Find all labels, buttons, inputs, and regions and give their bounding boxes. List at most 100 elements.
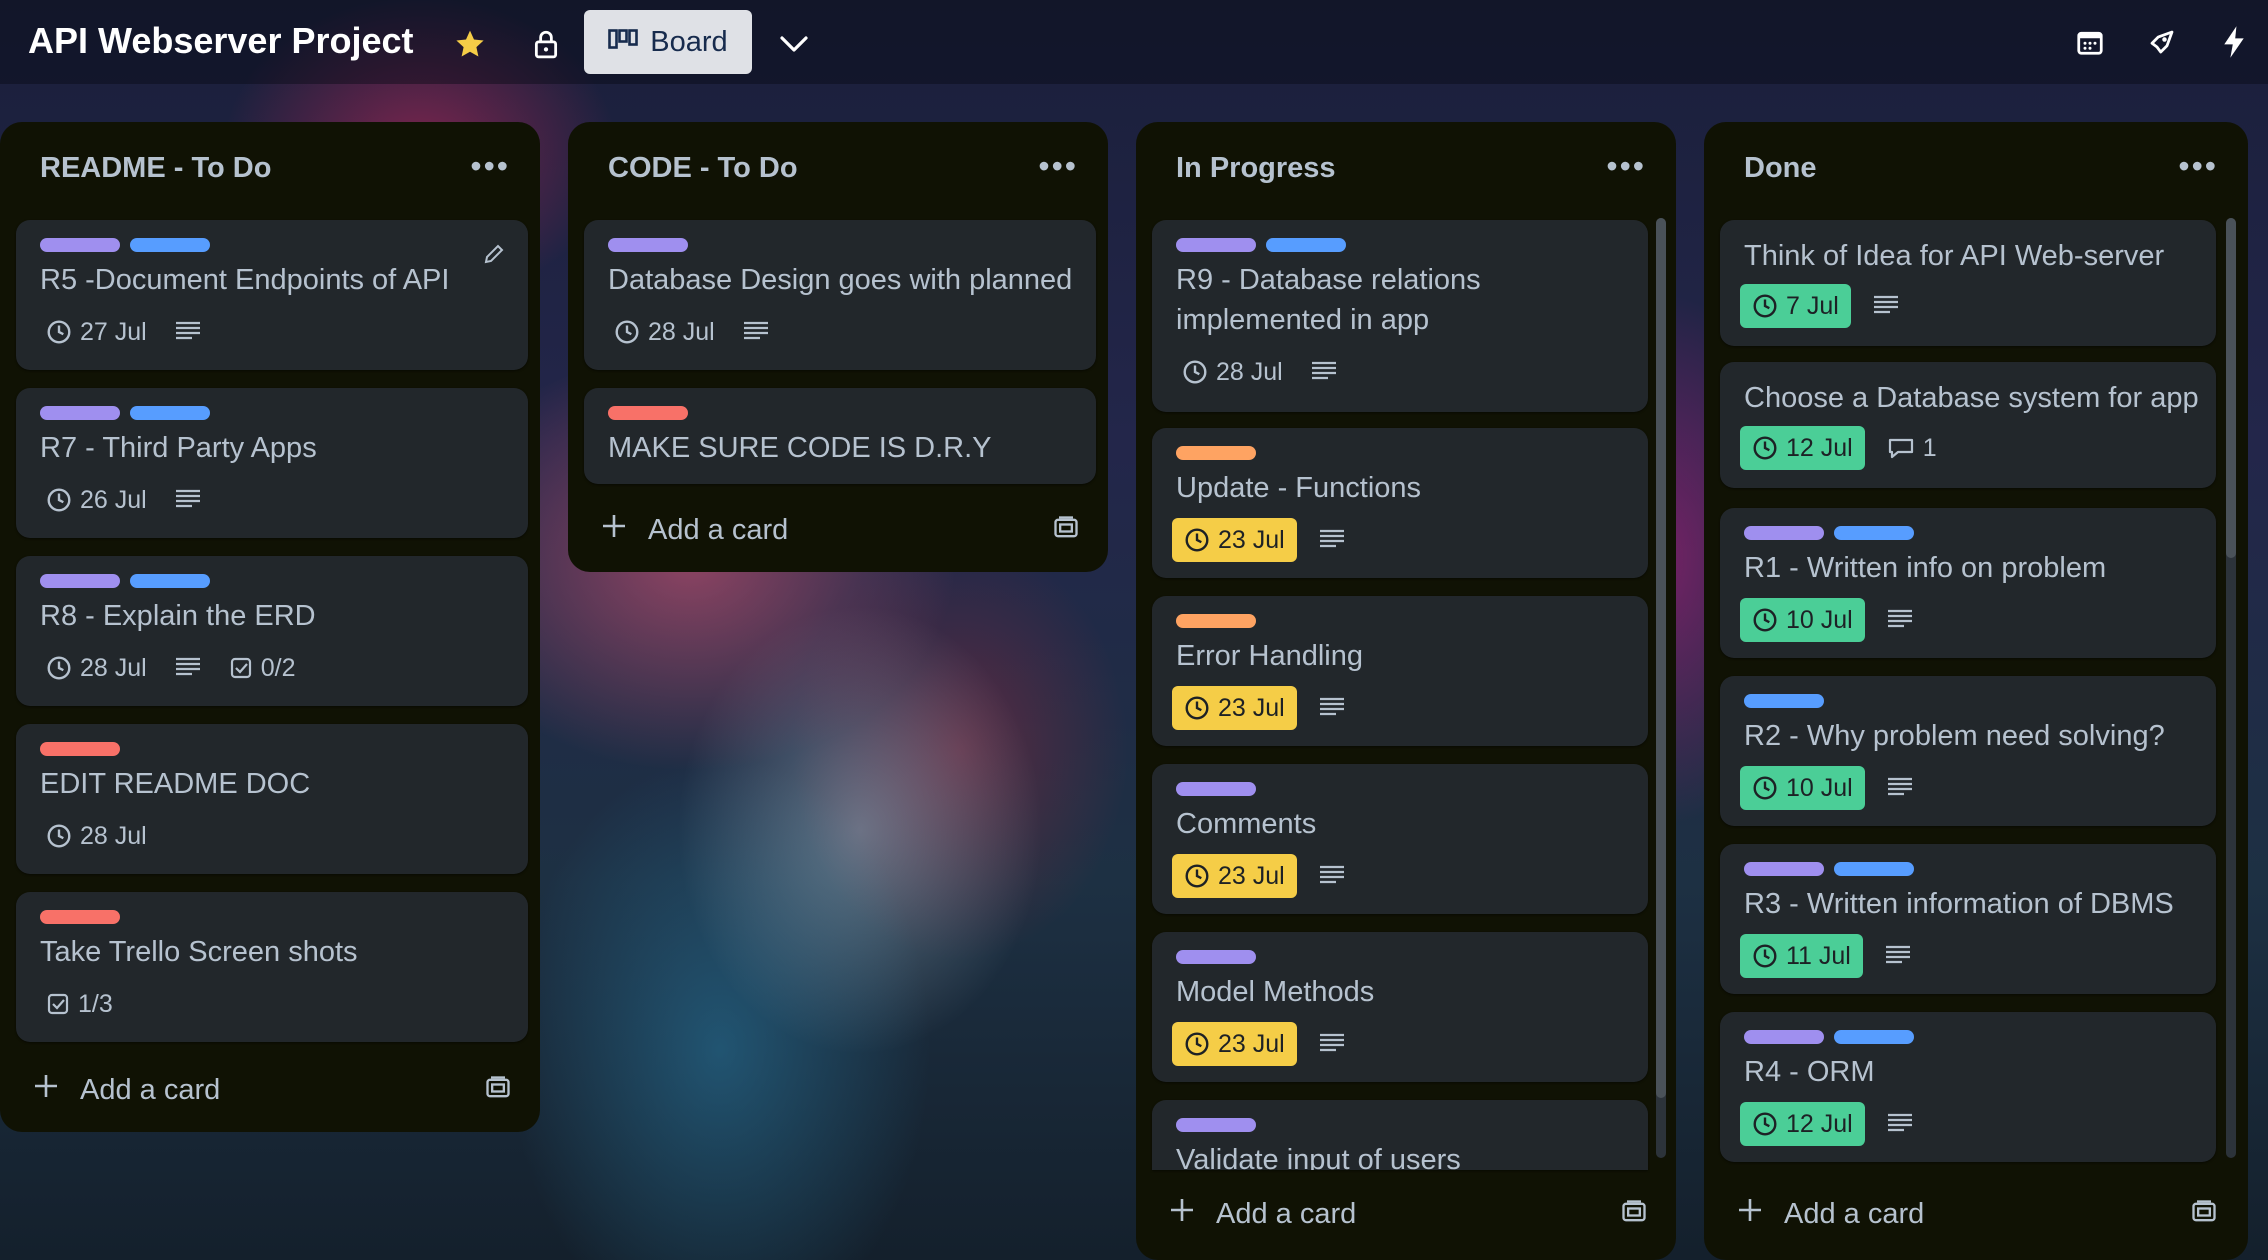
due-date-text: 27 Jul xyxy=(80,317,147,346)
list-header: README - To Do ••• xyxy=(0,122,540,218)
label-red xyxy=(608,406,688,420)
list-header: Done ••• xyxy=(1704,122,2248,218)
due-date-text: 23 Jul xyxy=(1218,1029,1285,1058)
calendar-icon[interactable] xyxy=(2072,24,2108,60)
card-r5[interactable]: R5 -Document Endpoints of API 27 Jul xyxy=(16,220,528,370)
due-date-badge[interactable]: 12 Jul xyxy=(1740,426,1865,470)
card-labels xyxy=(1176,782,1256,796)
add-card-button[interactable]: Add a card xyxy=(600,512,788,548)
due-date-badge[interactable]: 28 Jul xyxy=(40,814,153,858)
due-date-badge[interactable]: 10 Jul xyxy=(1740,598,1865,642)
card-title-line-2: implemented in app xyxy=(1176,304,1430,336)
list-menu-icon[interactable]: ••• xyxy=(470,148,510,185)
lightning-icon[interactable] xyxy=(2216,22,2252,62)
card-template-icon[interactable] xyxy=(2190,1198,2218,1231)
label-purple xyxy=(40,574,120,588)
list-title[interactable]: README - To Do xyxy=(40,152,271,185)
card-update-functions[interactable]: Update - Functions 23 Jul xyxy=(1152,428,1648,578)
list-menu-icon[interactable]: ••• xyxy=(2178,148,2218,185)
card-trello-screenshots[interactable]: Take Trello Screen shots 1/3 xyxy=(16,892,528,1042)
card-validate-input[interactable]: Validate input of users xyxy=(1152,1100,1648,1170)
card-choose-database[interactable]: Choose a Database system for app 12 Jul … xyxy=(1720,362,2216,488)
card-title: Update - Functions xyxy=(1176,472,1422,504)
add-card-button[interactable]: Add a card xyxy=(1168,1196,1356,1232)
card-r8[interactable]: R8 - Explain the ERD 28 Jul 0/2 xyxy=(16,556,528,706)
label-blue xyxy=(130,574,210,588)
card-template-icon[interactable] xyxy=(1052,514,1080,547)
card-title: R4 - ORM xyxy=(1744,1056,1875,1088)
card-title: Error Handling xyxy=(1176,640,1363,672)
card-labels xyxy=(40,910,120,924)
due-date-badge[interactable]: 27 Jul xyxy=(40,310,153,354)
description-icon xyxy=(1319,694,1345,723)
clock-icon xyxy=(1185,696,1209,720)
list-title[interactable]: CODE - To Do xyxy=(608,152,798,185)
checklist-icon xyxy=(47,993,69,1015)
card-model-methods[interactable]: Model Methods 23 Jul xyxy=(1152,932,1648,1082)
due-date-badge[interactable]: 23 Jul xyxy=(1172,854,1297,898)
due-date-badge[interactable]: 10 Jul xyxy=(1740,766,1865,810)
description-icon xyxy=(1319,526,1345,555)
clock-icon xyxy=(47,656,71,680)
due-date-badge[interactable]: 23 Jul xyxy=(1172,1022,1297,1066)
due-date-badge[interactable]: 28 Jul xyxy=(1176,350,1289,394)
due-date-badge[interactable]: 28 Jul xyxy=(608,310,721,354)
card-title: R1 - Written info on problem xyxy=(1744,552,2107,584)
list-title[interactable]: Done xyxy=(1744,152,1817,185)
rocket-icon[interactable] xyxy=(2144,24,2180,60)
due-date-badge[interactable]: 11 Jul xyxy=(1740,934,1863,978)
clock-icon xyxy=(47,488,71,512)
card-r1[interactable]: R1 - Written info on problem 10 Jul xyxy=(1720,508,2216,658)
card-r9[interactable]: R9 - Database relations implemented in a… xyxy=(1152,220,1648,412)
clock-icon xyxy=(1753,436,1777,460)
list-scrollbar[interactable] xyxy=(1656,218,1666,1098)
due-date-badge[interactable]: 12 Jul xyxy=(1740,1102,1865,1146)
card-comments[interactable]: Comments 23 Jul xyxy=(1152,764,1648,914)
due-date-badge[interactable]: 7 Jul xyxy=(1740,284,1851,328)
card-r7[interactable]: R7 - Third Party Apps 26 Jul xyxy=(16,388,528,538)
card-r3[interactable]: R3 - Written information of DBMS 11 Jul xyxy=(1720,844,2216,994)
card-template-icon[interactable] xyxy=(1620,1198,1648,1231)
card-title: Take Trello Screen shots xyxy=(40,936,358,968)
card-title: R8 - Explain the ERD xyxy=(40,600,316,632)
card-error-handling[interactable]: Error Handling 23 Jul xyxy=(1152,596,1648,746)
list-title[interactable]: In Progress xyxy=(1176,152,1336,185)
add-card-button[interactable]: Add a card xyxy=(1736,1196,1924,1232)
list-menu-icon[interactable]: ••• xyxy=(1038,148,1078,185)
card-think-of-idea[interactable]: Think of Idea for API Web-server 7 Jul xyxy=(1720,220,2216,346)
star-icon[interactable] xyxy=(452,26,488,62)
label-orange xyxy=(1176,614,1256,628)
label-purple xyxy=(1176,782,1256,796)
clock-icon xyxy=(1753,294,1777,318)
chevron-down-icon[interactable] xyxy=(776,26,812,62)
pencil-icon[interactable] xyxy=(482,242,506,271)
card-labels xyxy=(40,406,210,420)
card-labels xyxy=(1744,862,1914,876)
due-date-badge[interactable]: 28 Jul xyxy=(40,646,153,690)
board-title[interactable]: API Webserver Project xyxy=(28,20,414,62)
card-edit-readme[interactable]: EDIT README DOC 28 Jul xyxy=(16,724,528,874)
add-card-button[interactable]: Add a card xyxy=(32,1072,220,1108)
card-r2[interactable]: R2 - Why problem need solving? 10 Jul xyxy=(1720,676,2216,826)
board-view-button[interactable]: Board xyxy=(584,10,752,74)
list-menu-icon[interactable]: ••• xyxy=(1606,148,1646,185)
clock-icon xyxy=(1753,944,1777,968)
lock-icon[interactable] xyxy=(530,26,562,62)
add-card-label: Add a card xyxy=(1784,1197,1925,1230)
due-date-badge[interactable]: 23 Jul xyxy=(1172,686,1297,730)
plus-icon xyxy=(1736,1196,1764,1232)
list-header: CODE - To Do ••• xyxy=(568,122,1108,218)
label-purple xyxy=(608,238,688,252)
card-make-sure-dry[interactable]: MAKE SURE CODE IS D.R.Y xyxy=(584,388,1096,484)
due-date-badge[interactable]: 26 Jul xyxy=(40,478,153,522)
card-labels xyxy=(1744,694,1824,708)
card-title: Database Design goes with planned xyxy=(608,264,1073,296)
card-badges: 23 Jul xyxy=(1172,1022,1345,1066)
card-title: R5 -Document Endpoints of API xyxy=(40,264,450,296)
card-badges: 28 Jul xyxy=(1176,350,1337,394)
list-scrollbar[interactable] xyxy=(2226,218,2236,558)
due-date-badge[interactable]: 23 Jul xyxy=(1172,518,1297,562)
description-icon xyxy=(1319,862,1345,891)
card-database-design[interactable]: Database Design goes with planned 28 Jul xyxy=(584,220,1096,370)
card-r4[interactable]: R4 - ORM 12 Jul xyxy=(1720,1012,2216,1162)
